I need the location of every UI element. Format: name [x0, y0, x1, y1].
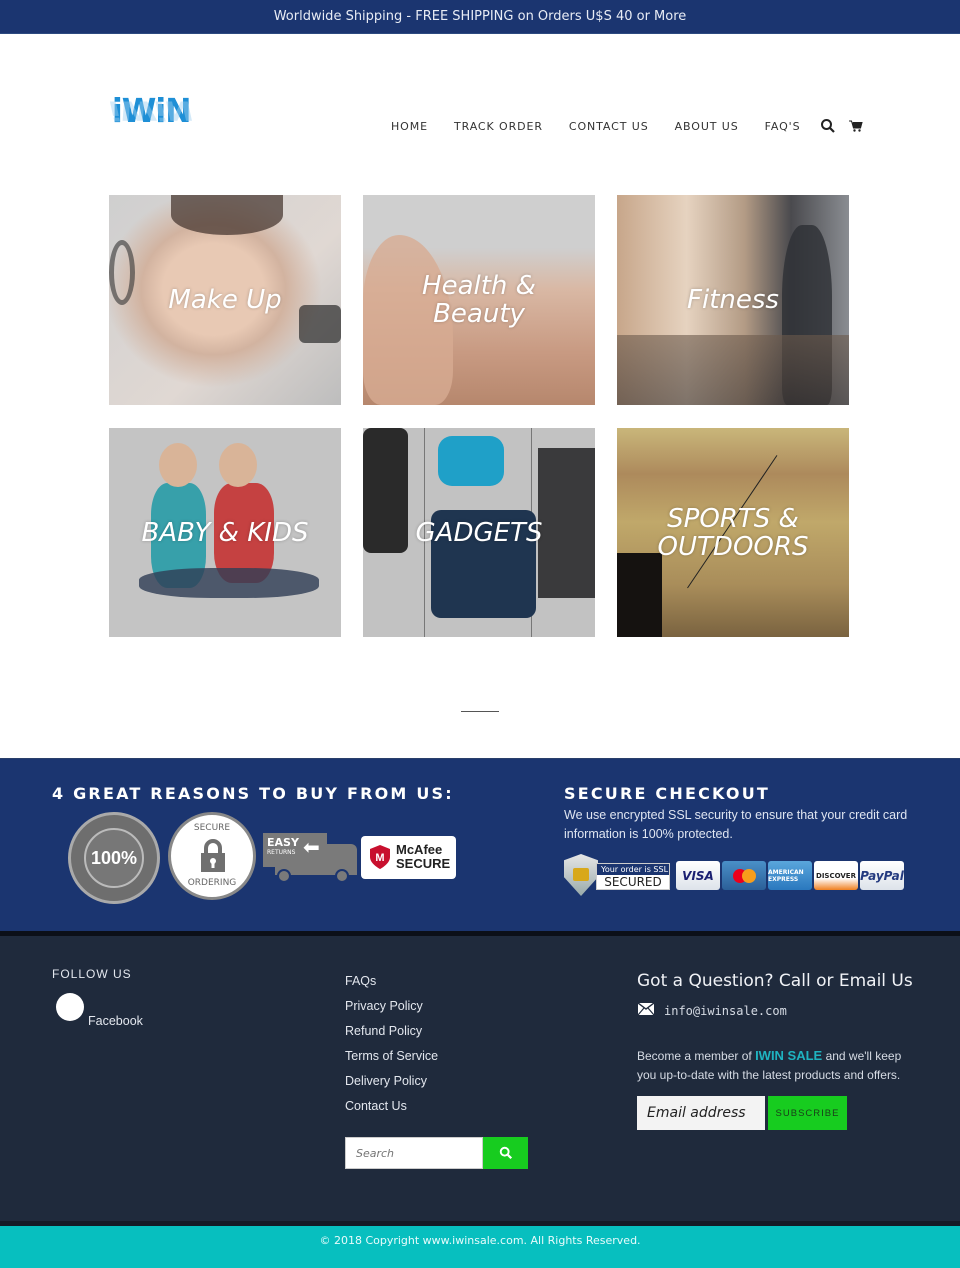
badge-bottom-text: ORDERING — [187, 878, 237, 888]
discover-card-icon: DISCOVER — [814, 861, 858, 890]
category-makeup[interactable]: Make Up — [109, 195, 341, 405]
footer-links: FAQs Privacy Policy Refund Policy Terms … — [345, 974, 438, 1124]
logo-reflection: iWiN — [105, 95, 196, 127]
secure-ordering-badge: SECURE ORDERING — [168, 812, 256, 900]
main-nav: HOME TRACK ORDER CONTACT US ABOUT US FAQ… — [391, 118, 876, 134]
trust-section: 4 GREAT REASONS TO BUY FROM US: 100% SEC… — [0, 758, 960, 931]
member-brand: IWIN SALE — [755, 1048, 823, 1063]
visa-card-icon: VISA — [676, 861, 720, 890]
nav-home[interactable]: HOME — [391, 120, 428, 133]
contact-email-link[interactable]: info@iwinsale.com — [664, 1004, 787, 1018]
lock-icon — [573, 868, 589, 881]
footer-search-button[interactable] — [483, 1137, 528, 1169]
category-gadgets[interactable]: GADGETS — [363, 428, 595, 637]
member-pre: Become a member of — [637, 1049, 756, 1063]
category-baby-kids[interactable]: BABY & KIDS — [109, 428, 341, 637]
easy-returns-badge: EASY RETURNS ⬅ — [263, 833, 359, 883]
nav-faqs[interactable]: FAQ'S — [765, 120, 801, 133]
nav-track-order[interactable]: TRACK ORDER — [454, 120, 543, 133]
newsletter-text: Become a member of IWIN SALE and we'll k… — [637, 1046, 917, 1085]
subscribe-button[interactable]: SUBSCRIBE — [768, 1096, 847, 1130]
mail-icon — [638, 1003, 654, 1015]
category-label: Make Up — [168, 285, 282, 315]
mcafee-shield-icon: M — [370, 845, 390, 869]
category-label: SPORTS & OUTDOORS — [657, 503, 809, 562]
section-divider — [461, 711, 499, 712]
satisfaction-guaranteed-badge: 100% — [68, 812, 160, 904]
category-label: Fitness — [687, 285, 779, 315]
ssl-secured-badge: Your order is SSL SECURED — [564, 854, 670, 896]
footer-search-form — [345, 1137, 528, 1169]
facebook-link[interactable]: Facebook — [88, 1014, 143, 1028]
paypal-card-icon: PayPal — [860, 861, 904, 890]
search-icon — [499, 1146, 512, 1160]
badge-line2: SECURE — [396, 856, 451, 871]
site-footer: FOLLOW US Facebook FAQs Privacy Policy R… — [0, 936, 960, 1221]
cart-icon[interactable] — [848, 118, 864, 134]
mcafee-secure-badge: M McAfee SECURE — [361, 836, 456, 879]
badge-center: 100% — [84, 828, 144, 888]
mastercard-card-icon — [722, 861, 766, 890]
site-header: iWiN iWiN HOME TRACK ORDER CONTACT US AB… — [0, 34, 960, 154]
footer-link-faqs[interactable]: FAQs — [345, 974, 438, 999]
footer-link-contact[interactable]: Contact Us — [345, 1099, 438, 1124]
facebook-icon[interactable] — [56, 993, 84, 1021]
truck-wheel — [277, 869, 291, 883]
ssl-line2: SECURED — [604, 875, 662, 889]
truck-cab — [327, 844, 357, 867]
checkout-text: We use encrypted SSL security to ensure … — [564, 808, 908, 841]
search-icon[interactable] — [820, 118, 836, 134]
footer-link-delivery[interactable]: Delivery Policy — [345, 1074, 438, 1099]
category-label: Health & Beauty — [422, 271, 536, 329]
category-fitness[interactable]: Fitness — [617, 195, 849, 405]
ssl-box: Your order is SSL SECURED — [596, 863, 670, 890]
arrow-left-icon: ⬅ — [303, 835, 320, 859]
badge-line2: RETURNS — [267, 849, 296, 856]
logo[interactable]: iWiN iWiN — [106, 94, 202, 152]
newsletter-email-input[interactable] — [637, 1096, 765, 1130]
footer-link-refund[interactable]: Refund Policy — [345, 1024, 438, 1049]
badge-line1: EASY — [267, 836, 299, 849]
copyright-bar: © 2018 Copyright www.iwinsale.com. All R… — [0, 1226, 960, 1268]
category-health-beauty[interactable]: Health & Beauty — [363, 195, 595, 405]
padlock-icon — [201, 839, 225, 872]
nav-about-us[interactable]: ABOUT US — [675, 120, 739, 133]
category-sports-outdoors[interactable]: SPORTS & OUTDOORS — [617, 428, 849, 637]
nav-contact-us[interactable]: CONTACT US — [569, 120, 649, 133]
question-title: Got a Question? Call or Email Us — [637, 971, 913, 991]
ssl-line1: Your order is SSL — [597, 864, 669, 875]
badge-line1: McAfee — [396, 842, 443, 857]
footer-link-terms[interactable]: Terms of Service — [345, 1049, 438, 1074]
follow-us-title: FOLLOW US — [52, 967, 132, 981]
announcement-bar: Worldwide Shipping - FREE SHIPPING on Or… — [0, 0, 960, 34]
footer-search-input[interactable] — [345, 1137, 483, 1169]
category-label: GADGETS — [415, 517, 543, 548]
badge-top-text: SECURE — [193, 823, 231, 833]
amex-card-icon: AMERICAN EXPRESS — [768, 861, 812, 890]
checkout-title: SECURE CHECKOUT — [564, 784, 770, 803]
reasons-title: 4 GREAT REASONS TO BUY FROM US: — [52, 784, 454, 803]
svg-text:M: M — [375, 852, 384, 864]
footer-link-privacy[interactable]: Privacy Policy — [345, 999, 438, 1024]
truck-wheel — [335, 869, 349, 883]
category-label: BABY & KIDS — [141, 517, 309, 548]
